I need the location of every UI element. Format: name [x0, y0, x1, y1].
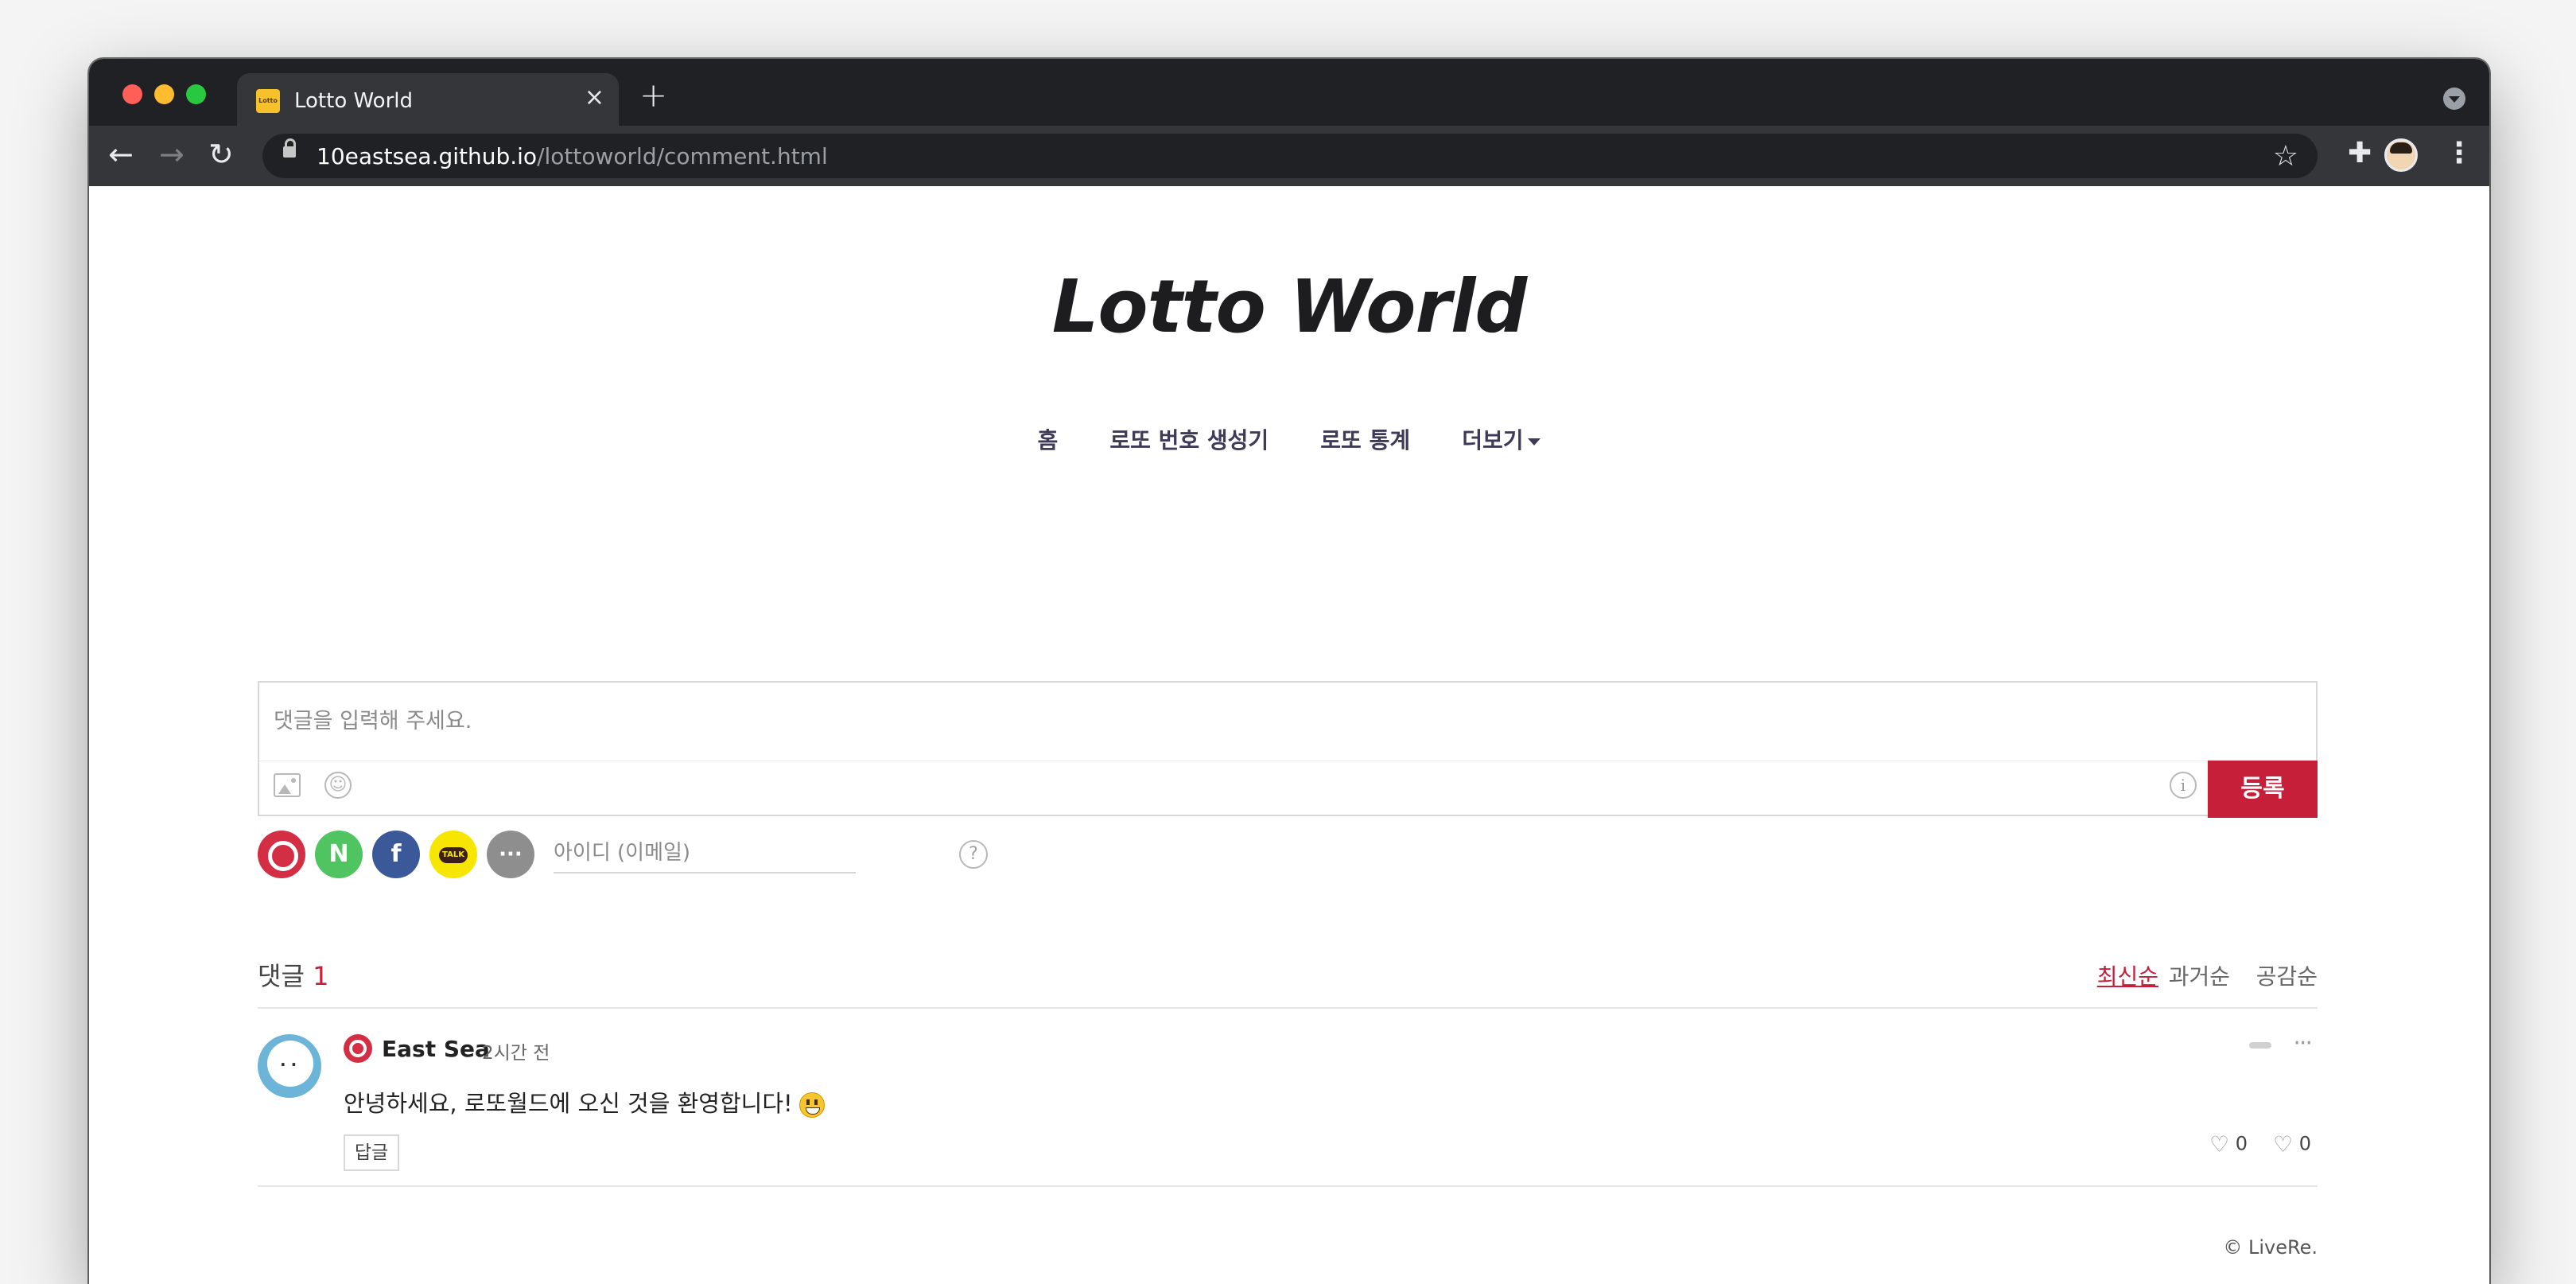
emoji-icon[interactable]: ☺	[324, 772, 352, 799]
nav-more-label: 더보기	[1462, 427, 1524, 453]
nav-home[interactable]: 홈	[1038, 423, 1059, 455]
like-button[interactable]: ♡ 0	[2209, 1131, 2248, 1158]
like-count: 0	[2235, 1132, 2248, 1155]
lock-icon	[283, 138, 296, 158]
comment-count-number: 1	[313, 961, 329, 991]
chrome-menu-icon[interactable]: ⋮	[2445, 137, 2473, 169]
comment-count-row: 댓글 1 최신순 과거순 공감순	[258, 950, 2318, 1009]
avatar-face-icon: ··	[280, 1055, 302, 1074]
browser-window: Lotto Lotto World × + ← → ↻ 10eastsea.gi…	[89, 59, 2489, 1284]
dislike-count: 0	[2298, 1132, 2311, 1155]
tab-strip: Lotto Lotto World × +	[89, 59, 2489, 126]
comment-count-label: 댓글	[258, 961, 305, 991]
back-icon[interactable]: ←	[108, 138, 134, 170]
maximize-window-button[interactable]	[186, 84, 206, 104]
dislike-button[interactable]: ♡ 0	[2273, 1131, 2311, 1158]
login-row: N f TALK ··· ?	[258, 831, 988, 878]
url-text[interactable]: 10eastsea.github.io/lottoworld/comment.h…	[317, 143, 828, 169]
nav-generator[interactable]: 로또 번호 생성기	[1109, 423, 1269, 455]
comment-body: 안녕하세요, 로또월드에 오신 것을 환영합니다!	[344, 1090, 793, 1117]
comment-more-icon[interactable]: ···	[2293, 1029, 2313, 1057]
comment-time: 2시간 전	[482, 1043, 550, 1064]
page-content: Lotto World 홈 로또 번호 생성기 로또 통계 더보기 댓글을 입력…	[89, 186, 2489, 1284]
sort-oldest[interactable]: 과거순	[2169, 959, 2230, 991]
info-icon[interactable]: i	[2170, 772, 2197, 799]
comment-text: 안녕하세요, 로또월드에 오신 것을 환영합니다!	[344, 1085, 825, 1119]
tab-search-icon[interactable]	[2443, 88, 2465, 110]
more-login-icon[interactable]: ···	[487, 831, 534, 878]
extensions-puzzle-icon[interactable]: ✚	[2348, 137, 2372, 169]
livere-login-icon[interactable]	[258, 831, 305, 878]
nav-stats[interactable]: 로또 통계	[1320, 423, 1410, 455]
favicon-icon: Lotto	[256, 89, 280, 113]
minimize-window-button[interactable]	[154, 84, 174, 104]
livere-credit[interactable]: © LiveRe.	[2223, 1236, 2318, 1259]
comment-editor: 댓글을 입력해 주세요. ☺ i 등록	[258, 681, 2318, 818]
naver-login-icon[interactable]: N	[315, 831, 363, 878]
forward-icon[interactable]: →	[159, 138, 185, 170]
broken-heart-icon: ♡	[2272, 1131, 2294, 1158]
grinning-face-icon	[798, 1092, 825, 1118]
tab-close-icon[interactable]: ×	[585, 86, 604, 110]
close-window-button[interactable]	[122, 84, 142, 104]
reply-label: 답글	[354, 1142, 389, 1163]
tab-title: Lotto World	[294, 89, 414, 113]
site-nav: 홈 로또 번호 생성기 로또 통계 더보기	[89, 423, 2489, 455]
image-upload-icon[interactable]	[274, 773, 301, 797]
profile-avatar[interactable]	[2384, 138, 2418, 172]
livere-badge-icon	[344, 1034, 372, 1063]
sort-likes[interactable]: 공감순	[2256, 959, 2318, 991]
submit-button[interactable]: 등록	[2208, 761, 2318, 818]
sort-latest[interactable]: 최신순	[2097, 959, 2158, 991]
kakao-talk-label: TALK	[439, 846, 468, 863]
reload-icon[interactable]: ↻	[208, 138, 234, 170]
caret-down-icon	[1528, 438, 1541, 446]
reply-button[interactable]: 답글	[344, 1134, 399, 1171]
address-bar[interactable]: 10eastsea.github.io/lottoworld/comment.h…	[262, 134, 2318, 178]
site-title[interactable]: Lotto World	[89, 264, 2489, 349]
bookmark-star-icon[interactable]: ☆	[2273, 140, 2298, 173]
nav-more-dropdown[interactable]: 더보기	[1462, 423, 1541, 455]
facebook-login-icon[interactable]: f	[372, 831, 420, 878]
browser-tab[interactable]: Lotto Lotto World ×	[237, 73, 619, 126]
browser-toolbar: ← → ↻ 10eastsea.github.io/lottoworld/com…	[89, 126, 2489, 186]
id-email-input[interactable]	[554, 834, 856, 874]
help-icon[interactable]: ?	[959, 840, 988, 869]
kakao-login-icon[interactable]: TALK	[429, 831, 477, 878]
collapse-icon[interactable]	[2249, 1042, 2271, 1049]
comment-item: ·· East Sea 2시간 전 안녕하세요, 로또월드에 오신 것을 환영합…	[258, 1026, 2318, 1187]
new-tab-icon[interactable]: +	[639, 79, 667, 112]
heart-icon: ♡	[2209, 1131, 2230, 1158]
comment-author[interactable]: East Sea	[382, 1036, 490, 1062]
comment-count: 댓글 1	[258, 956, 328, 993]
url-host: 10eastsea.github.io	[317, 143, 538, 169]
url-path: /lottoworld/comment.html	[537, 143, 828, 169]
comment-input[interactable]: 댓글을 입력해 주세요.	[274, 703, 472, 734]
avatar[interactable]: ··	[258, 1034, 321, 1098]
